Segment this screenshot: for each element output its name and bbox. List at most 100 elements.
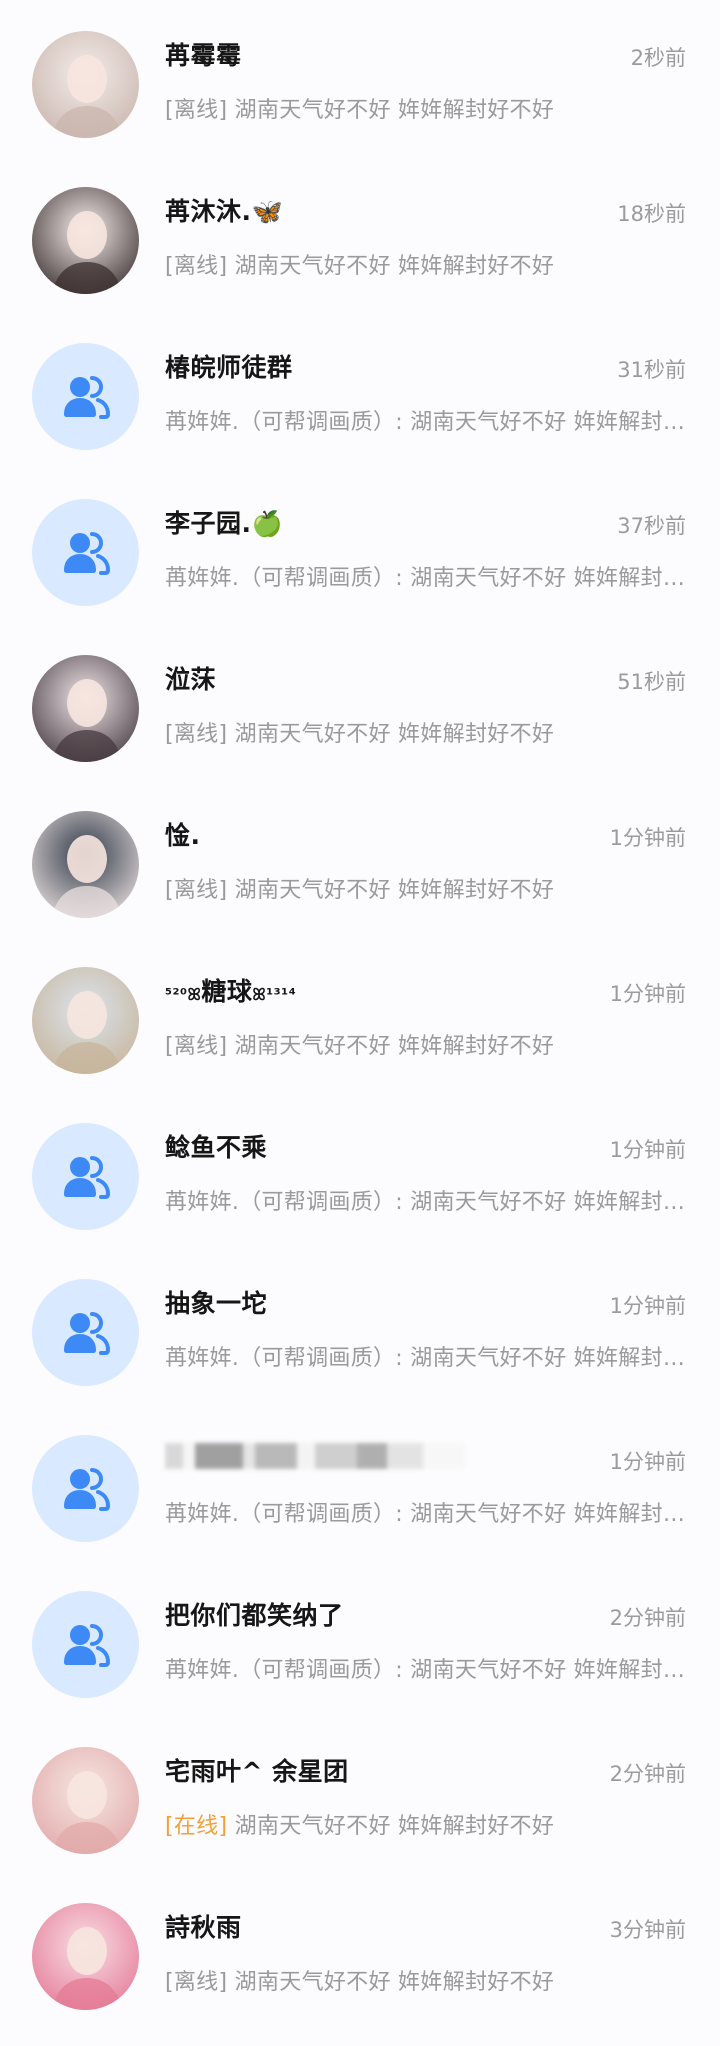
avatar[interactable] (32, 1747, 139, 1854)
name-emoji: 🍏 (251, 509, 284, 538)
group-people-icon (63, 1467, 110, 1511)
avatar[interactable] (32, 499, 139, 606)
chat-time: 37秒前 (617, 514, 686, 538)
chat-preview: 苒姩姩.（可帮调画质）: 湖南天气好不好 姩姩解封好不好 (165, 1184, 687, 1216)
chat-row[interactable]: 宅雨叶^ 余星团 2分钟前 [在线] 湖南天气好不好 姩姩解封好不好 (0, 1722, 720, 1878)
avatar[interactable] (32, 343, 139, 450)
name-text: 苒沐沐. (165, 197, 252, 226)
chat-name: 苒沐沐.🦋 (165, 192, 283, 228)
chat-name: 鲶鱼不乘 (165, 1128, 267, 1164)
chat-row[interactable]: 惍. 1分钟前 [离线] 湖南天气好不好 姩姩解封好不好 (0, 786, 720, 942)
name-text: 椿皖师徒群 (165, 353, 293, 382)
chat-time: 1分钟前 (609, 1138, 686, 1162)
preview-text: 湖南天气好不好 姩姩解封好不好 (227, 254, 555, 279)
chat-preview: [离线] 湖南天气好不好 姩姩解封好不好 (165, 92, 687, 124)
chat-time: 2分钟前 (609, 1762, 686, 1786)
avatar[interactable] (32, 1435, 139, 1542)
chat-row[interactable]: 詩秋雨 3分钟前 [离线] 湖南天气好不好 姩姩解封好不好 (0, 1878, 720, 2034)
chat-preview: [离线] 湖南天气好不好 姩姩解封好不好 (165, 1028, 687, 1060)
chat-name: 宅雨叶^ 余星团 (165, 1752, 349, 1788)
avatar[interactable] (32, 1123, 139, 1230)
offline-status: [离线] (165, 98, 228, 123)
chat-time: 2秒前 (630, 46, 686, 70)
avatar[interactable] (32, 31, 139, 138)
name-text: 詩秋雨 (165, 1913, 242, 1942)
chat-row[interactable]: 抽象一坨 1分钟前苒姩姩.（可帮调画质）: 湖南天气好不好 姩姩解封好不好 (0, 1254, 720, 1410)
chat-time: 1分钟前 (609, 982, 686, 1006)
preview-text: 苒姩姩.（可帮调画质）: 湖南天气好不好 姩姩解封好不好 (165, 1658, 687, 1683)
preview-text: 湖南天气好不好 姩姩解封好不好 (227, 1970, 555, 1995)
name-text: 涖莯 (165, 665, 217, 694)
chat-row[interactable]: 涖莯 51秒前 [离线] 湖南天气好不好 姩姩解封好不好 (0, 630, 720, 786)
chat-name: 把你们都笑纳了 (165, 1596, 344, 1632)
chat-preview: [离线] 湖南天气好不好 姩姩解封好不好 (165, 872, 687, 904)
chat-preview: [离线] 湖南天气好不好 姩姩解封好不好 (165, 248, 687, 280)
chat-time: 31秒前 (617, 358, 686, 382)
avatar[interactable] (32, 811, 139, 918)
group-people-icon (63, 531, 110, 575)
name-text: 抽象一坨 (165, 1289, 268, 1318)
preview-text: 苒姩姩.（可帮调画质）: 湖南天气好不好 姩姩解封好不好 (165, 1502, 687, 1527)
avatar[interactable] (32, 967, 139, 1074)
chat-preview: 苒姩姩.（可帮调画质）: 湖南天气好不好 姩姩解封好不好 (165, 1652, 687, 1684)
offline-status: [离线] (165, 1034, 228, 1059)
chat-row[interactable]: 把你们都笑纳了 2分钟前苒姩姩.（可帮调画质）: 湖南天气好不好 姩姩解封好不好 (0, 1566, 720, 1722)
avatar-photo (32, 655, 139, 762)
chat-preview: 苒姩姩.（可帮调画质）: 湖南天气好不好 姩姩解封好不好 (165, 560, 687, 592)
name-text: 惍. (165, 821, 201, 850)
chat-time: 1分钟前 (609, 1294, 686, 1318)
chat-name: 涖莯 (165, 660, 216, 696)
avatar-photo (32, 1747, 139, 1854)
chat-preview: [离线] 湖南天气好不好 姩姩解封好不好 (165, 1964, 687, 1996)
group-people-icon (63, 1623, 110, 1667)
offline-status: [离线] (165, 722, 228, 747)
chat-time: 3分钟前 (609, 1918, 686, 1942)
avatar-photo (32, 967, 139, 1074)
preview-text: 湖南天气好不好 姩姩解封好不好 (227, 1814, 555, 1839)
preview-text: 苒姩姩.（可帮调画质）: 湖南天气好不好 姩姩解封好不好 (165, 410, 687, 435)
chat-row[interactable]: 李子园.🍏 37秒前苒姩姩.（可帮调画质）: 湖南天气好不好 姩姩解封好不好 (0, 474, 720, 630)
offline-status: [离线] (165, 254, 228, 279)
chat-row[interactable]: 苒霉霉 2秒前 [离线] 湖南天气好不好 姩姩解封好不好 (0, 6, 720, 162)
preview-text: 苒姩姩.（可帮调画质）: 湖南天气好不好 姩姩解封好不好 (165, 1190, 687, 1215)
chat-row[interactable]: ⁵²⁰ꕤ糖球ꕤ¹³¹⁴ 1分钟前 [离线] 湖南天气好不好 姩姩解封好不好 (0, 942, 720, 1098)
avatar[interactable] (32, 655, 139, 762)
chat-name: 苒霉霉 (165, 36, 242, 72)
name-text: 苒霉霉 (165, 41, 242, 70)
chat-time: 1分钟前 (609, 1450, 686, 1474)
avatar-photo (32, 187, 139, 294)
name-emoji: 🦋 (251, 197, 284, 226)
chat-row[interactable]: 苒沐沐.🦋 18秒前 [离线] 湖南天气好不好 姩姩解封好不好 (0, 162, 720, 318)
preview-text: 湖南天气好不好 姩姩解封好不好 (227, 722, 555, 747)
blurred-name (165, 1443, 465, 1469)
preview-text: 苒姩姩.（可帮调画质）: 湖南天气好不好 姩姩解封好不好 (165, 1346, 687, 1371)
chat-name: 李子园.🍏 (165, 504, 283, 540)
preview-text: 苒姩姩.（可帮调画质）: 湖南天气好不好 姩姩解封好不好 (165, 566, 687, 591)
avatar[interactable] (32, 1279, 139, 1386)
offline-status: [离线] (165, 1970, 228, 1995)
chat-time: 2分钟前 (609, 1606, 686, 1630)
preview-text: 湖南天气好不好 姩姩解封好不好 (227, 98, 555, 123)
chat-row[interactable]: 椿皖师徒群 31秒前苒姩姩.（可帮调画质）: 湖南天气好不好 姩姩解封好不好 (0, 318, 720, 474)
avatar[interactable] (32, 1903, 139, 2010)
name-prefix: ⁵²⁰ꕤ (165, 985, 202, 1004)
chat-name (165, 1440, 465, 1469)
chat-time: 51秒前 (617, 670, 686, 694)
offline-status: [离线] (165, 878, 228, 903)
chat-preview: 苒姩姩.（可帮调画质）: 湖南天气好不好 姩姩解封好不好 (165, 1340, 687, 1372)
chat-row[interactable]: 鲶鱼不乘 1分钟前苒姩姩.（可帮调画质）: 湖南天气好不好 姩姩解封好不好 (0, 1098, 720, 1254)
chat-row[interactable]: 1分钟前苒姩姩.（可帮调画质）: 湖南天气好不好 姩姩解封好不好 (0, 1410, 720, 1566)
chat-name: 抽象一坨 (165, 1284, 267, 1320)
avatar-photo (32, 1903, 139, 2010)
chat-preview: 苒姩姩.（可帮调画质）: 湖南天气好不好 姩姩解封好不好 (165, 1496, 687, 1528)
chat-name: 惍. (165, 816, 201, 852)
preview-text: 湖南天气好不好 姩姩解封好不好 (227, 878, 555, 903)
name-text: 把你们都笑纳了 (165, 1601, 344, 1630)
avatar[interactable] (32, 187, 139, 294)
chat-preview: [离线] 湖南天气好不好 姩姩解封好不好 (165, 716, 687, 748)
chat-time: 1分钟前 (609, 826, 686, 850)
chat-name: ⁵²⁰ꕤ糖球ꕤ¹³¹⁴ (165, 972, 296, 1008)
avatar-photo (32, 31, 139, 138)
chat-time: 18秒前 (617, 202, 686, 226)
avatar[interactable] (32, 1591, 139, 1698)
